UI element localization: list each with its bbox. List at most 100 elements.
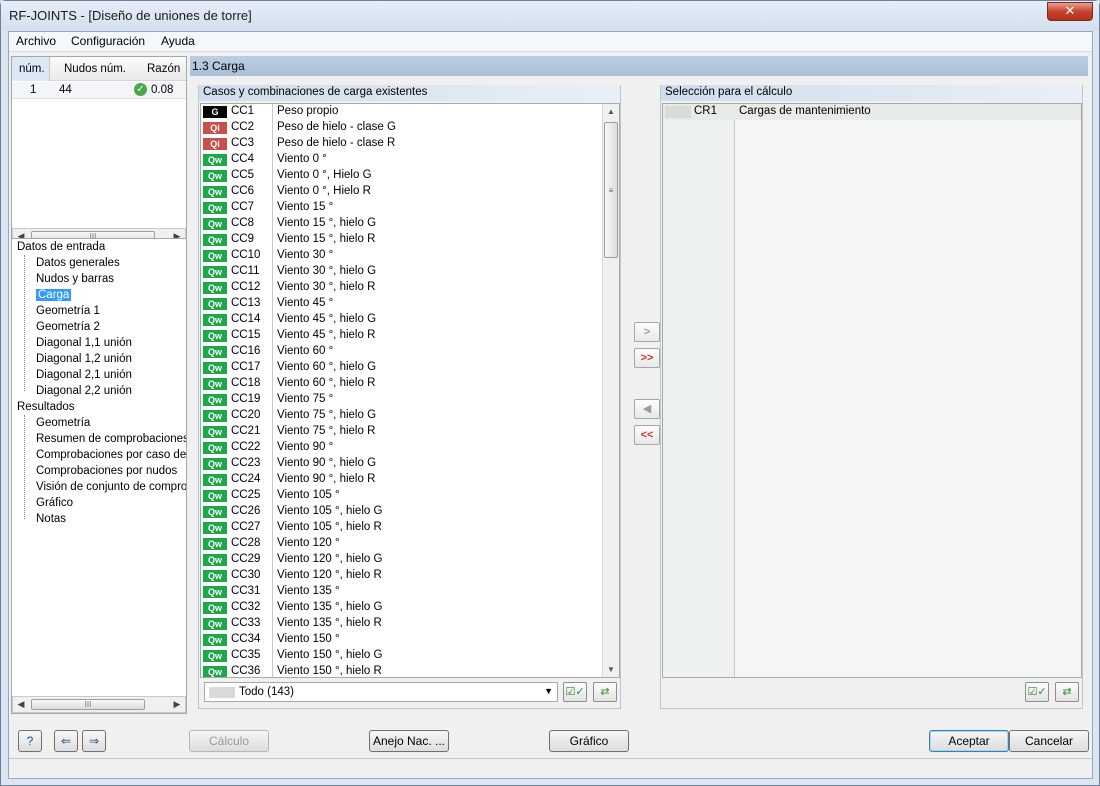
load-case-row[interactable]: Qw CC5 Viento 0 °, Hielo G (201, 168, 619, 184)
tree-item-nodes-members[interactable]: Nudos y barras (36, 273, 114, 285)
load-case-row[interactable]: Qw CC30 Viento 120 °, hielo R (201, 568, 619, 584)
load-case-row[interactable]: Qw CC32 Viento 135 °, hielo G (201, 600, 619, 616)
load-case-row[interactable]: Qw CC34 Viento 150 ° (201, 632, 619, 648)
menu-archivo[interactable]: Archivo (16, 34, 56, 48)
load-case-row[interactable]: Qw CC25 Viento 105 ° (201, 488, 619, 504)
select-all-button[interactable]: ☑✓ (563, 682, 587, 702)
load-case-row[interactable]: Qw CC6 Viento 0 °, Hielo R (201, 184, 619, 200)
load-type-badge: Qw (203, 346, 227, 358)
load-case-row[interactable]: Qw CC10 Viento 30 ° (201, 248, 619, 264)
menu-ayuda[interactable]: Ayuda (161, 34, 195, 48)
national-annex-button[interactable]: Anejo Nac. ... (369, 730, 449, 752)
tree-input-data[interactable]: Datos de entrada (17, 241, 105, 253)
load-case-row[interactable]: Qw CC8 Viento 15 °, hielo G (201, 216, 619, 232)
close-button[interactable]: ✕ (1047, 2, 1093, 21)
load-case-description: Viento 60 °, hielo G (277, 361, 377, 373)
load-case-row[interactable]: Qw CC23 Viento 90 °, hielo G (201, 456, 619, 472)
import-button[interactable]: ⇐ (54, 730, 78, 752)
load-case-row[interactable]: Qi CC2 Peso de hielo - clase G (201, 120, 619, 136)
tree-item-diagonal-1-1[interactable]: Diagonal 1,1 unión (36, 337, 132, 349)
load-case-row[interactable]: Qw CC26 Viento 105 °, hielo G (201, 504, 619, 520)
load-case-row[interactable]: Qw CC4 Viento 0 ° (201, 152, 619, 168)
scroll-right-arrow-icon[interactable]: ▶ (169, 697, 185, 712)
load-case-row[interactable]: Qw CC28 Viento 120 ° (201, 536, 619, 552)
load-case-row[interactable]: Qw CC29 Viento 120 °, hielo G (201, 552, 619, 568)
graphic-button[interactable]: Gráfico (549, 730, 629, 752)
tree-results[interactable]: Resultados (17, 401, 75, 413)
load-case-row[interactable]: Qw CC13 Viento 45 ° (201, 296, 619, 312)
export-button[interactable]: ⇒ (82, 730, 106, 752)
accept-button[interactable]: Aceptar (929, 730, 1009, 752)
load-case-row[interactable]: Qw CC15 Viento 45 °, hielo R (201, 328, 619, 344)
selection-invert-button[interactable]: ⇄ (1055, 682, 1079, 702)
remove-all-button[interactable]: << (634, 425, 660, 445)
load-case-code: CC3 (231, 137, 255, 149)
header-num[interactable]: núm. (19, 63, 45, 75)
load-case-row[interactable]: Qw CC36 Viento 150 °, hielo R (201, 664, 619, 677)
load-case-row[interactable]: Qw CC33 Viento 135 °, hielo R (201, 616, 619, 632)
existing-loads-vertical-scrollbar[interactable]: ▲ ≡ ▼ (602, 104, 619, 677)
tree-item-diagonal-2-2[interactable]: Diagonal 2,2 unión (36, 385, 132, 397)
load-case-description: Peso propio (277, 105, 339, 117)
scroll-thumb[interactable]: III (31, 699, 145, 710)
load-case-row[interactable]: Qw CC9 Viento 15 °, hielo R (201, 232, 619, 248)
load-type-badge: Qw (203, 586, 227, 598)
add-selected-button[interactable]: > (634, 322, 660, 342)
load-case-row[interactable]: Qw CC16 Viento 60 ° (201, 344, 619, 360)
list-item[interactable]: CR1 Cargas de mantenimiento (663, 104, 1081, 120)
help-button[interactable]: ? (18, 730, 42, 752)
scroll-left-arrow-icon[interactable]: ◀ (13, 697, 29, 712)
header-nodes[interactable]: Nudos núm. (64, 63, 126, 75)
menu-configuracion[interactable]: Configuración (71, 34, 145, 48)
tree-item-checks-by-load-case[interactable]: Comprobaciones por caso de c (36, 449, 186, 461)
load-case-row[interactable]: Qw CC31 Viento 135 ° (201, 584, 619, 600)
existing-loads-list[interactable]: G CC1 Peso propio Qi CC2 Peso de hielo - clas… (200, 103, 620, 678)
load-case-row[interactable]: Qi CC3 Peso de hielo - clase R (201, 136, 619, 152)
chevron-down-icon[interactable]: ▼ (544, 686, 553, 696)
load-case-code: CC21 (231, 425, 261, 437)
tree-item-result-geometry[interactable]: Geometría (36, 417, 186, 429)
load-case-row[interactable]: Qw CC35 Viento 150 °, hielo G (201, 648, 619, 664)
load-case-row[interactable]: Qw CC17 Viento 60 °, hielo G (201, 360, 619, 376)
tree-item-checks-by-node[interactable]: Comprobaciones por nudos (36, 465, 186, 477)
tree-item-check-overview[interactable]: Visión de conjunto de comproba (36, 481, 186, 493)
scroll-thumb[interactable]: ≡ (604, 122, 618, 258)
tree-item-diagonal-2-1[interactable]: Diagonal 2,1 unión (36, 369, 132, 381)
scroll-up-arrow-icon[interactable]: ▲ (603, 104, 619, 119)
load-case-row[interactable]: Qw CC11 Viento 30 °, hielo G (201, 264, 619, 280)
tree-item-geometry-2[interactable]: Geometría 2 (36, 321, 100, 333)
load-type-badge: Qw (203, 266, 227, 278)
selection-select-all-button[interactable]: ☑✓ (1025, 682, 1049, 702)
tree-item-diagonal-1-2[interactable]: Diagonal 1,2 unión (36, 353, 132, 365)
load-filter-select[interactable]: Todo (143) ▼ (204, 682, 558, 702)
tree-horizontal-scrollbar[interactable]: ◀ III ▶ (12, 696, 186, 713)
tree-item-graphic[interactable]: Gráfico (36, 497, 186, 509)
tree-item-general-data[interactable]: Datos generales (36, 257, 120, 269)
load-case-row[interactable]: Qw CC22 Viento 90 ° (201, 440, 619, 456)
load-case-row[interactable]: Qw CC7 Viento 15 ° (201, 200, 619, 216)
load-case-row[interactable]: Qw CC18 Viento 60 °, hielo R (201, 376, 619, 392)
load-case-row[interactable]: G CC1 Peso propio (201, 104, 619, 120)
invert-selection-button[interactable]: ⇄ (593, 682, 617, 702)
cancel-button[interactable]: Cancelar (1009, 730, 1089, 752)
load-case-row[interactable]: Qw CC21 Viento 75 °, hielo R (201, 424, 619, 440)
header-ratio[interactable]: Razón (147, 63, 180, 75)
selection-list[interactable]: CR1 Cargas de mantenimiento (662, 103, 1082, 678)
table-row[interactable]: 1 44 ✓ 0.08 (12, 82, 186, 99)
calculate-button[interactable]: Cálculo (189, 730, 269, 752)
remove-selected-button[interactable]: ◀ (634, 399, 660, 419)
tree-item-check-summary[interactable]: Resumen de comprobaciones (36, 433, 186, 445)
load-case-row[interactable]: Qw CC12 Viento 30 °, hielo R (201, 280, 619, 296)
existing-loads-group: Casos y combinaciones de carga existente… (198, 85, 621, 709)
load-case-row[interactable]: Qw CC14 Viento 45 °, hielo G (201, 312, 619, 328)
tree-item-load[interactable]: Carga (36, 289, 72, 301)
load-case-row[interactable]: Qw CC19 Viento 75 ° (201, 392, 619, 408)
title-bar[interactable]: RF-JOINTS - [Diseño de uniones de torre]… (1, 1, 1099, 31)
tree-item-geometry-1[interactable]: Geometría 1 (36, 305, 100, 317)
tree-item-notes[interactable]: Notas (36, 513, 186, 525)
load-case-row[interactable]: Qw CC24 Viento 90 °, hielo R (201, 472, 619, 488)
load-case-row[interactable]: Qw CC27 Viento 105 °, hielo R (201, 520, 619, 536)
add-all-button[interactable]: >> (634, 348, 660, 368)
scroll-down-arrow-icon[interactable]: ▼ (603, 662, 619, 677)
load-case-row[interactable]: Qw CC20 Viento 75 °, hielo G (201, 408, 619, 424)
